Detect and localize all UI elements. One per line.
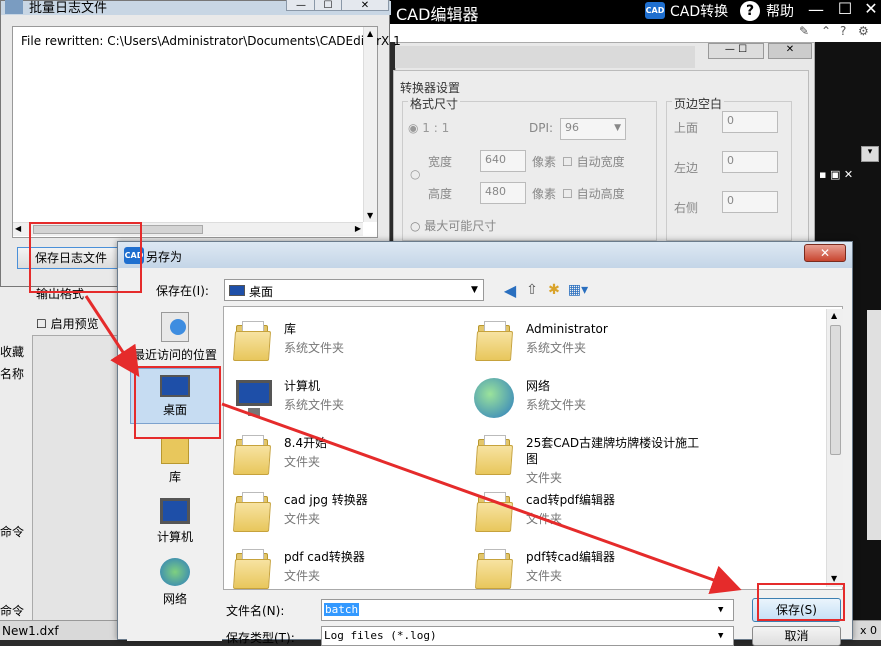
arrow-to-save (221, 402, 742, 595)
arrow-to-desktop (84, 295, 140, 378)
annotation-arrows (84, 295, 742, 595)
